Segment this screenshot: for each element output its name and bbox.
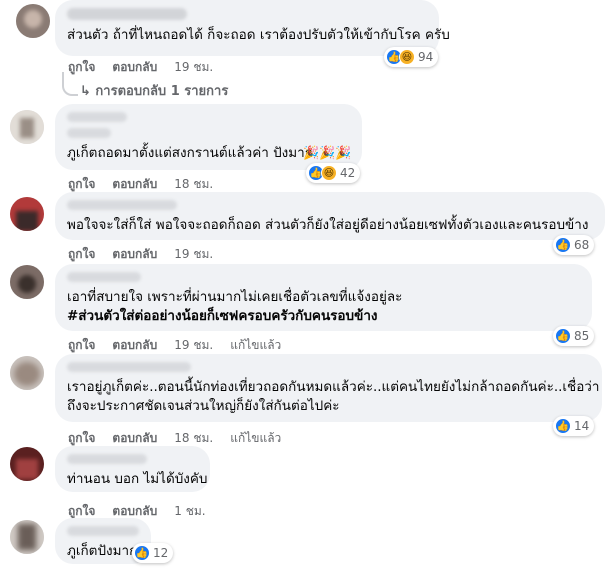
comment-text-line: เราอยู่ภูเก็ตค่ะ..ตอนนี้นักท่องเที่ยวถอด… <box>67 379 600 395</box>
avatar[interactable] <box>10 265 44 299</box>
avatar[interactable] <box>10 110 44 144</box>
reaction-count: 85 <box>574 329 590 343</box>
avatar[interactable] <box>10 447 44 481</box>
comment-bubble: เราอยู่ภูเก็ตค่ะ..ตอนนี้นักท่องเที่ยวถอด… <box>55 354 602 422</box>
commenter-name[interactable] <box>67 526 139 536</box>
like-icon: 👍 <box>555 328 571 344</box>
commenter-name[interactable] <box>67 272 141 282</box>
comment-text-line: เอาที่สบายใจ เพราะที่ผ่านมากไม่เคยเชื่อต… <box>67 289 403 305</box>
commenter-name[interactable] <box>67 112 127 122</box>
timestamp[interactable]: 19 ชม. <box>174 58 213 77</box>
like-icon: 👍 <box>134 545 150 561</box>
commenter-name[interactable] <box>67 362 191 372</box>
timestamp[interactable]: 19 ชม. <box>174 336 213 355</box>
comment-bubble: เอาที่สบายใจ เพราะที่ผ่านมากไม่เคยเชื่อต… <box>55 264 592 331</box>
comment-text: พอใจจะใส่ก็ใส่ พอใจจะถอดก็ถอด ส่วนตัวก็ย… <box>67 217 589 233</box>
like-button[interactable]: ถูกใจ <box>68 245 95 264</box>
comment-text: ท่านอน บอก ไม่ได้บังคับ <box>67 471 208 487</box>
reaction-count: 94 <box>418 50 434 64</box>
commenter-name[interactable] <box>67 200 177 210</box>
comment-bubble: ส่วนตัว ถ้าที่ไหนถอดได้ ก็จะถอด เราต้องป… <box>55 0 450 56</box>
reaction-count: 12 <box>153 546 169 560</box>
comment-actions: ถูกใจ ตอบกลับ 19 ชม. <box>68 245 230 264</box>
haha-icon: 😆 <box>399 49 415 65</box>
view-replies-link[interactable]: ↳ การตอบกลับ 1 รายการ <box>80 80 228 101</box>
thread-line <box>62 72 78 96</box>
haha-icon: 😆 <box>321 165 337 181</box>
like-button[interactable]: ถูกใจ <box>68 336 95 355</box>
comment-actions: ถูกใจ ตอบกลับ 19 ชม. แก้ไขแล้ว <box>68 336 298 355</box>
reaction-summary[interactable]: 👍 85 <box>553 326 595 346</box>
party-emoji: 🎉🎉🎉 <box>303 146 352 161</box>
reaction-summary[interactable]: 👍 😆 94 <box>384 47 439 67</box>
like-icon: 👍 <box>555 237 571 253</box>
reply-arrow-icon: ↳ <box>80 84 96 99</box>
reaction-count: 68 <box>574 238 590 252</box>
reply-button[interactable]: ตอบกลับ <box>112 58 157 77</box>
timestamp[interactable]: 1 ชม. <box>174 502 205 521</box>
reply-button[interactable]: ตอบกลับ <box>112 336 157 355</box>
like-icon: 👍 <box>555 418 571 434</box>
comment-text-line: ถึงจะประกาศชัดเจนส่วนใหญ่ก็ยังใส่กันต่อไ… <box>67 398 340 414</box>
reaction-summary[interactable]: 👍 14 <box>553 416 595 436</box>
timestamp[interactable]: 19 ชม. <box>174 245 213 264</box>
comment-bubble: ท่านอน บอก ไม่ได้บังคับ <box>55 446 210 492</box>
commenter-name[interactable] <box>67 454 147 464</box>
commenter-subtitle <box>67 128 111 138</box>
avatar[interactable] <box>10 520 44 554</box>
avatar[interactable] <box>10 197 44 231</box>
edited-label[interactable]: แก้ไขแล้ว <box>230 336 281 355</box>
reaction-count: 14 <box>574 419 590 433</box>
comment-actions: ถูกใจ ตอบกลับ 19 ชม. <box>68 58 230 77</box>
commenter-name[interactable] <box>67 8 187 20</box>
reaction-summary[interactable]: 👍 68 <box>553 235 595 255</box>
reaction-count: 42 <box>340 166 356 180</box>
avatar[interactable] <box>10 356 44 390</box>
comment-text: ภูเก็ตปังมาก <box>67 543 138 559</box>
avatar[interactable] <box>16 4 50 38</box>
comment-bubble: พอใจจะใส่ก็ใส่ พอใจจะถอดก็ถอด ส่วนตัวก็ย… <box>55 192 605 240</box>
reaction-summary[interactable]: 👍 12 <box>132 543 174 563</box>
comment-hashtag[interactable]: #ส่วนตัวใส่ต่ออย่างน้อยก็เซฟครอบครัวกับค… <box>67 307 580 326</box>
reply-button[interactable]: ตอบกลับ <box>112 245 157 264</box>
edited-label[interactable]: แก้ไขแล้ว <box>230 429 281 448</box>
comment-text: ส่วนตัว ถ้าที่ไหนถอดได้ ก็จะถอด เราต้องป… <box>67 27 450 43</box>
reaction-summary[interactable]: 👍 😆 42 <box>306 163 361 183</box>
